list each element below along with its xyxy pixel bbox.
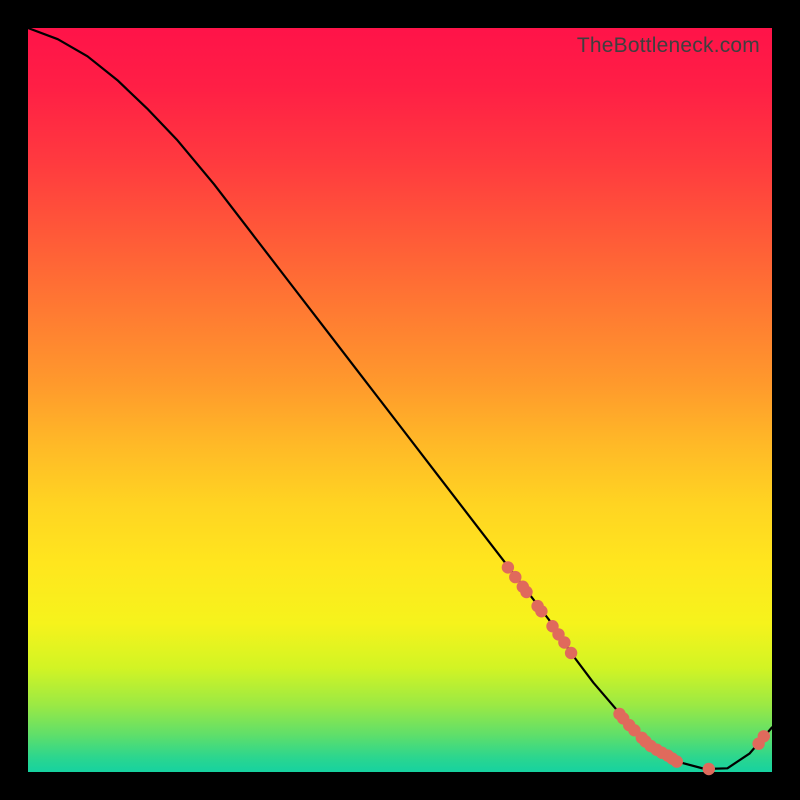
data-marker xyxy=(565,647,577,659)
data-marker xyxy=(703,763,715,775)
data-marker xyxy=(535,605,547,617)
chart-svg xyxy=(28,28,772,772)
data-marker xyxy=(671,755,683,767)
data-marker xyxy=(758,730,770,742)
chart-stage: TheBottleneck.com xyxy=(0,0,800,800)
data-marker xyxy=(520,586,532,598)
plot-area: TheBottleneck.com xyxy=(28,28,772,772)
data-markers xyxy=(502,561,770,775)
bottleneck-curve xyxy=(28,28,772,769)
data-marker xyxy=(558,636,570,648)
